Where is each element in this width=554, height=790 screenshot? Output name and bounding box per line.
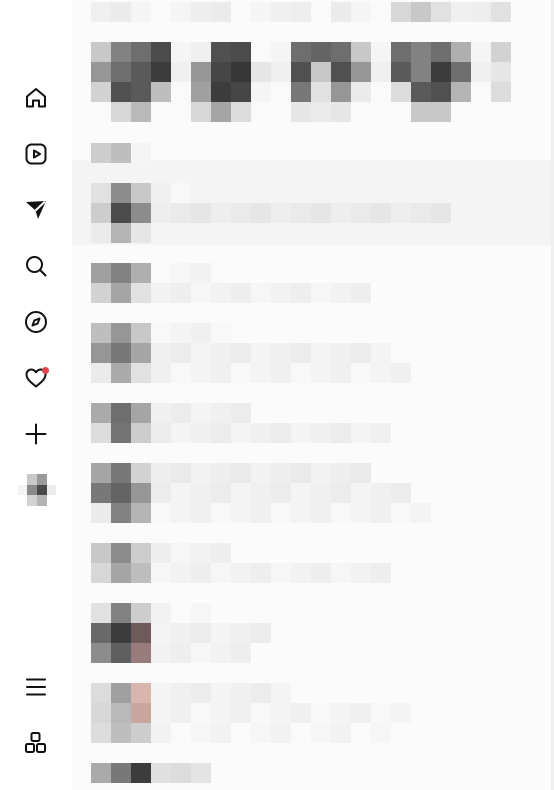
- compass-icon: [25, 311, 47, 333]
- nav-explore[interactable]: [20, 306, 52, 338]
- notification-badge: [42, 367, 49, 374]
- blurred-content-panel: [72, 0, 554, 790]
- nav-search[interactable]: [20, 250, 52, 282]
- sidebar-nav: [0, 0, 72, 790]
- nav-home[interactable]: [20, 82, 52, 114]
- nav-notifications[interactable]: [20, 362, 52, 394]
- direct-icon: [26, 200, 46, 219]
- nav-more[interactable]: [20, 671, 52, 703]
- avatar[interactable]: [18, 474, 56, 506]
- home-icon: [26, 88, 46, 108]
- search-icon: [26, 256, 47, 277]
- nav-reels[interactable]: [20, 138, 52, 170]
- plus-icon: [25, 423, 47, 445]
- menu-icon: [26, 678, 46, 696]
- grid-icon: [25, 732, 46, 753]
- nav-create[interactable]: [20, 418, 52, 450]
- nav-messages[interactable]: [20, 194, 52, 226]
- pixelated-content: [72, 0, 554, 790]
- reels-icon: [25, 143, 47, 165]
- nav-also-from-meta[interactable]: [20, 727, 52, 759]
